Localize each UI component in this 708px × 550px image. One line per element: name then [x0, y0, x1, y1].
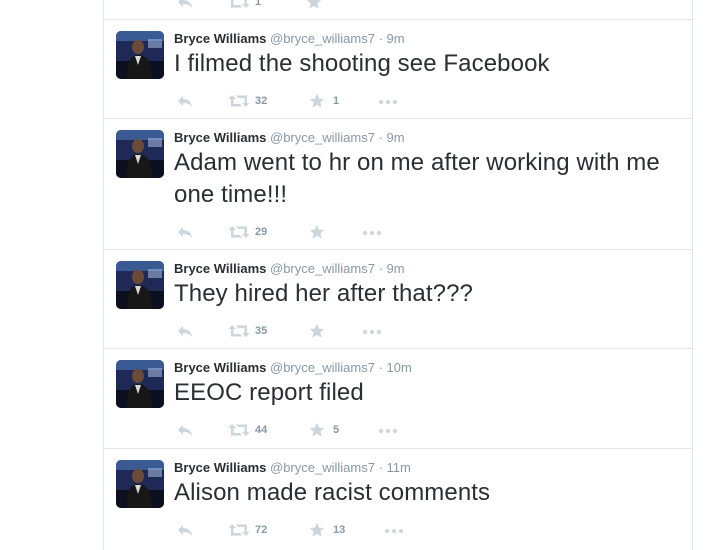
retweet-icon: [228, 0, 250, 8]
tweet-text: They hired her after that???: [174, 280, 473, 307]
retweet-count: 1: [255, 0, 262, 8]
author-handle[interactable]: @bryce_williams7: [270, 360, 375, 375]
tweet-text: I filmed the shooting see Facebook: [174, 50, 550, 77]
retweet-count: 72: [255, 524, 268, 536]
timestamp[interactable]: 11m: [387, 460, 411, 475]
star-icon: [309, 93, 325, 108]
retweet-icon: [228, 524, 250, 536]
avatar[interactable]: [116, 261, 164, 309]
avatar[interactable]: [116, 360, 164, 408]
star-icon: [309, 323, 325, 338]
author-handle[interactable]: @bryce_williams7: [270, 460, 375, 475]
timestamp[interactable]: 9m: [387, 130, 405, 145]
star-icon: [306, 0, 322, 9]
favorite-count: 13: [333, 524, 346, 536]
avatar-photo: [116, 31, 164, 79]
tweet-header: Bryce Williams @bryce_williams7 · 10m: [174, 360, 412, 376]
reply-icon: [178, 525, 192, 536]
tweet[interactable]: Bryce Williams @bryce_williams7 · 11m Al…: [104, 448, 692, 550]
tweet[interactable]: Bryce Williams @bryce_williams7 · 9m Ada…: [104, 118, 692, 250]
separator: ·: [378, 130, 383, 145]
retweet-count: 35: [255, 325, 268, 337]
retweet-icon: [228, 424, 250, 436]
reply-icon: [178, 326, 192, 337]
tweet[interactable]: Bryce Williams @bryce_williams7 · 9m I f…: [104, 19, 692, 119]
tweet-header: Bryce Williams @bryce_williams7 · 9m: [174, 31, 405, 47]
tweet-header: Bryce Williams @bryce_williams7 · 9m: [174, 130, 405, 146]
more-icon: [363, 330, 381, 334]
avatar[interactable]: [116, 130, 164, 178]
reply-icon: [178, 425, 192, 436]
separator: ·: [378, 31, 383, 46]
favorite-count: 1: [333, 95, 340, 107]
author-name[interactable]: Bryce Williams: [174, 360, 266, 375]
retweet-icon: [228, 325, 250, 337]
reply-icon: [178, 227, 192, 238]
favorite-count: 5: [333, 424, 340, 436]
tweet-text: Adam went to hr on me after working with…: [174, 149, 660, 208]
retweet-count: 44: [255, 424, 268, 436]
tweet[interactable]: Bryce Williams @bryce_williams7 · 10m EE…: [104, 348, 692, 449]
separator: ·: [378, 360, 383, 375]
timeline-column: 1 Bryce Williams @bryce_williams7 · 9m I…: [103, 0, 693, 550]
avatar[interactable]: [116, 31, 164, 79]
author-name[interactable]: Bryce Williams: [174, 460, 266, 475]
author-handle[interactable]: @bryce_williams7: [270, 130, 375, 145]
avatar-photo: [116, 460, 164, 508]
reply-icon: [178, 96, 192, 107]
more-icon: [379, 429, 397, 433]
separator: ·: [378, 460, 383, 475]
star-icon: [309, 224, 325, 239]
more-icon: [385, 529, 403, 533]
star-icon: [309, 522, 325, 537]
more-icon: [363, 231, 381, 235]
tweet-header: Bryce Williams @bryce_williams7 · 9m: [174, 261, 405, 277]
retweet-icon: [228, 95, 250, 107]
tweet-header: Bryce Williams @bryce_williams7 · 11m: [174, 460, 411, 476]
tweet[interactable]: 1: [104, 0, 692, 20]
tweet-text: EEOC report filed: [174, 379, 364, 406]
avatar[interactable]: [116, 460, 164, 508]
retweet-count: 29: [255, 226, 268, 238]
retweet-count: 32: [255, 95, 268, 107]
author-handle[interactable]: @bryce_williams7: [270, 261, 375, 276]
author-handle[interactable]: @bryce_williams7: [270, 31, 375, 46]
tweet-text: Alison made racist comments: [174, 479, 491, 506]
reply-icon: [178, 0, 192, 8]
timestamp[interactable]: 10m: [387, 360, 412, 375]
avatar-photo: [116, 261, 164, 309]
timestamp[interactable]: 9m: [387, 31, 405, 46]
star-icon: [309, 422, 325, 437]
author-name[interactable]: Bryce Williams: [174, 31, 266, 46]
timestamp[interactable]: 9m: [387, 261, 405, 276]
retweet-icon: [228, 226, 250, 238]
tweet[interactable]: Bryce Williams @bryce_williams7 · 9m The…: [104, 249, 692, 349]
avatar-photo: [116, 130, 164, 178]
author-name[interactable]: Bryce Williams: [174, 130, 266, 145]
avatar-photo: [116, 360, 164, 408]
more-icon: [379, 100, 397, 104]
separator: ·: [378, 261, 383, 276]
author-name[interactable]: Bryce Williams: [174, 261, 266, 276]
